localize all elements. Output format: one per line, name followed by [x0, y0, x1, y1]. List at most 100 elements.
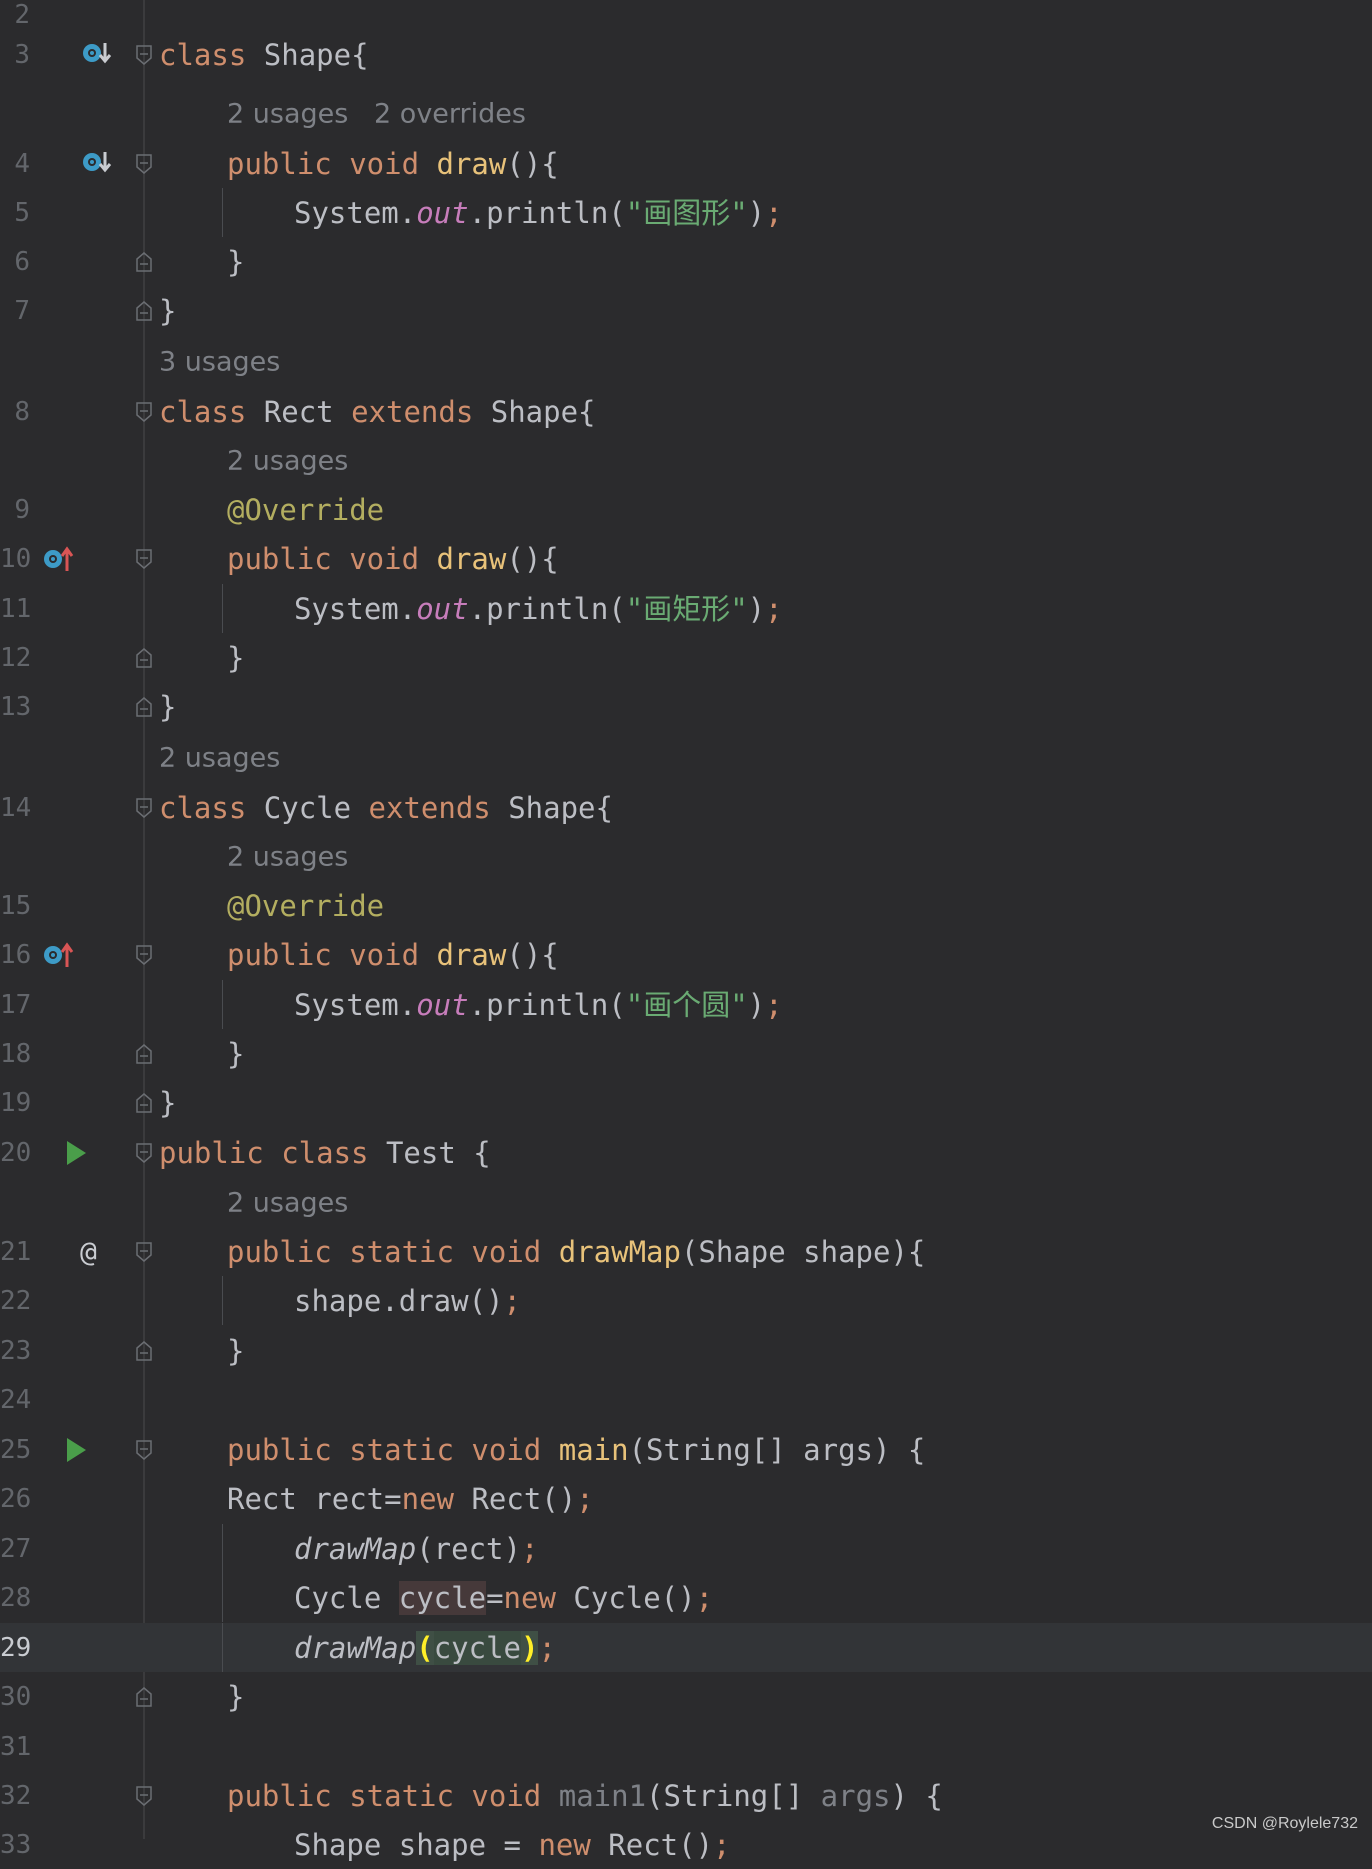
code-line[interactable]: 3 class Shape{: [0, 30, 1372, 79]
inlay-hint-row: 2 usages: [0, 436, 1372, 486]
code-line[interactable]: 4 public void draw(){: [0, 139, 1372, 188]
fold-end-icon[interactable]: [136, 1340, 152, 1361]
line-number: 16: [0, 939, 32, 970]
fold-end-icon[interactable]: [136, 647, 152, 668]
code-line[interactable]: 28 Cycle cycle=new Cycle();: [0, 1573, 1372, 1622]
code-text: public static void drawMap(Shape shape){: [227, 1234, 926, 1269]
usages-hint[interactable]: 2 usages: [227, 842, 348, 873]
code-line[interactable]: 7 }: [0, 286, 1372, 335]
usages-hint[interactable]: 3 usages: [159, 347, 280, 378]
code-text: Shape shape = new Rect();: [294, 1827, 731, 1862]
code-line[interactable]: 32 public static void main1(String[] arg…: [0, 1771, 1372, 1820]
fold-collapse-icon[interactable]: [136, 153, 152, 174]
code-text: }: [159, 293, 177, 328]
line-number: 31: [0, 1731, 32, 1762]
code-line[interactable]: 20 public class Test {: [0, 1128, 1372, 1177]
code-line[interactable]: 17 System.out.println("画个圆");: [0, 980, 1372, 1029]
code-text: }: [227, 244, 245, 279]
line-number: 11: [0, 593, 32, 624]
overridden-method-icon[interactable]: [80, 39, 112, 71]
inlay-hint-row: 2 usages: [0, 733, 1372, 783]
code-line[interactable]: 12 }: [0, 633, 1372, 682]
fold-end-icon[interactable]: [136, 1043, 152, 1064]
code-editor[interactable]: 2 3 class Shape{ 2 usages 2 overrides 4 …: [0, 0, 1372, 1862]
code-line[interactable]: 19 }: [0, 1078, 1372, 1127]
line-number: 21: [0, 1236, 32, 1267]
fold-end-icon[interactable]: [136, 251, 152, 272]
code-text: class Rect extends Shape{: [159, 394, 596, 429]
code-line[interactable]: 25 public static void main(String[] args…: [0, 1425, 1372, 1474]
line-number: 24: [0, 1384, 32, 1415]
line-number: 19: [0, 1087, 32, 1118]
fold-collapse-icon[interactable]: [136, 1439, 152, 1460]
line-number: 28: [0, 1582, 32, 1613]
fold-end-icon[interactable]: [136, 1092, 152, 1113]
fold-collapse-icon[interactable]: [136, 1241, 152, 1262]
code-text: }: [159, 689, 177, 724]
inlay-hint-row: 2 usages: [0, 832, 1372, 882]
run-icon[interactable]: [64, 1434, 88, 1466]
at-icon[interactable]: @: [80, 1235, 97, 1268]
code-line[interactable]: 10 public void draw(){: [0, 534, 1372, 583]
line-number: 12: [0, 642, 32, 673]
code-text: }: [227, 640, 245, 675]
indent-guide: [222, 980, 223, 1029]
code-line[interactable]: 30 }: [0, 1672, 1372, 1721]
code-text: class Cycle extends Shape{: [159, 790, 613, 825]
line-number: 30: [0, 1681, 32, 1712]
usages-hint[interactable]: 2 usages: [227, 1188, 348, 1219]
code-line[interactable]: 31: [0, 1722, 1372, 1771]
overriding-method-icon[interactable]: [42, 939, 74, 971]
overriding-method-icon[interactable]: [42, 543, 74, 575]
code-line[interactable]: 15 @Override: [0, 881, 1372, 930]
overridden-method-icon[interactable]: [80, 148, 112, 180]
code-line[interactable]: 24: [0, 1375, 1372, 1424]
fold-collapse-icon[interactable]: [136, 44, 152, 65]
run-icon[interactable]: [64, 1137, 88, 1169]
fold-end-icon[interactable]: [136, 300, 152, 321]
fold-end-icon[interactable]: [136, 696, 152, 717]
code-line[interactable]: 33 Shape shape = new Rect();: [0, 1820, 1372, 1869]
indent-guide: [222, 1573, 223, 1622]
fold-collapse-icon[interactable]: [136, 401, 152, 422]
code-line[interactable]: 11 System.out.println("画矩形");: [0, 584, 1372, 633]
usages-hint[interactable]: 2 usages: [227, 446, 348, 477]
code-line[interactable]: 5 System.out.println("画图形");: [0, 188, 1372, 237]
line-number: 26: [0, 1483, 32, 1514]
code-line[interactable]: 22 shape.draw();: [0, 1276, 1372, 1325]
code-line[interactable]: 27 drawMap(rect);: [0, 1524, 1372, 1573]
fold-collapse-icon[interactable]: [136, 797, 152, 818]
indent-guide: [222, 188, 223, 237]
line-number: 20: [0, 1137, 32, 1168]
code-line[interactable]: 9 @Override: [0, 485, 1372, 534]
code-line[interactable]: 16 public void draw(){: [0, 930, 1372, 979]
line-number: 8: [14, 396, 30, 427]
indent-guide: [222, 1623, 223, 1672]
code-line[interactable]: 18 }: [0, 1029, 1372, 1078]
code-line[interactable]: 26 Rect rect=new Rect();: [0, 1474, 1372, 1523]
watermark: CSDN @Roylele732: [1211, 1815, 1358, 1832]
usages-hint[interactable]: 2 usages 2 overrides: [227, 99, 526, 130]
fold-end-icon[interactable]: [136, 1686, 152, 1707]
code-text: @Override: [227, 888, 385, 923]
fold-collapse-icon[interactable]: [136, 1785, 152, 1806]
current-code-line[interactable]: 29 drawMap(cycle);: [0, 1623, 1372, 1672]
code-text: @Override: [227, 492, 385, 527]
code-line[interactable]: 14 class Cycle extends Shape{: [0, 783, 1372, 832]
fold-collapse-icon[interactable]: [136, 944, 152, 965]
code-line[interactable]: 13 }: [0, 682, 1372, 731]
code-line[interactable]: 23 }: [0, 1326, 1372, 1375]
code-text: System.out.println("画矩形");: [294, 591, 783, 626]
indent-guide: [222, 1524, 223, 1573]
code-line[interactable]: 21 @ public static void drawMap(Shape sh…: [0, 1227, 1372, 1276]
code-text: System.out.println("画图形");: [294, 195, 783, 230]
code-line[interactable]: 8 class Rect extends Shape{: [0, 387, 1372, 436]
line-number: 6: [14, 246, 30, 277]
fold-collapse-icon[interactable]: [136, 548, 152, 569]
usages-hint[interactable]: 2 usages: [159, 743, 280, 774]
code-text: class Shape{: [159, 37, 369, 72]
fold-collapse-icon[interactable]: [136, 1142, 152, 1163]
code-line[interactable]: 6 }: [0, 237, 1372, 286]
code-text: public void draw(){: [227, 146, 559, 181]
line-number: 5: [14, 197, 30, 228]
